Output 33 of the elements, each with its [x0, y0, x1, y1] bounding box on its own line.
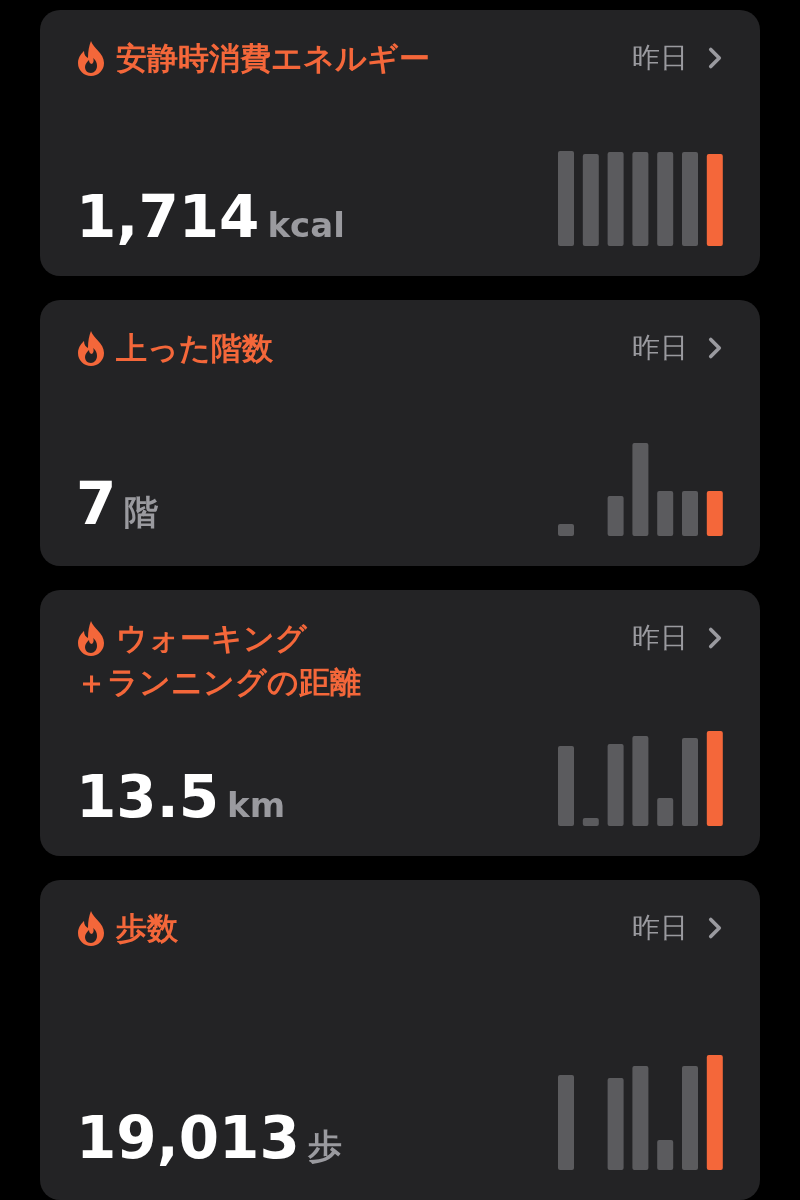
metric-value: 1,714 — [76, 188, 260, 246]
chart-bar — [607, 496, 624, 536]
metric-unit: 歩 — [307, 1125, 342, 1168]
metric-card[interactable]: 歩数 昨日 19,013 歩 — [40, 880, 760, 1200]
chart-bar — [582, 818, 599, 826]
flame-icon — [76, 620, 106, 656]
chart-bar — [682, 491, 698, 536]
metric-value: 7 — [76, 475, 117, 533]
chart-bar — [657, 798, 674, 826]
metric-unit: km — [227, 785, 286, 825]
card-title: 歩数 — [116, 909, 178, 948]
period-label: 昨日 — [632, 330, 688, 366]
card-title: 安静時消費エネルギー — [116, 39, 430, 78]
period-label: 昨日 — [632, 620, 688, 656]
chart-bar — [657, 1140, 674, 1170]
card-title: ウォーキング — [116, 619, 307, 658]
card-title: ＋ランニングの距離 — [76, 663, 361, 702]
chart-bar — [657, 491, 674, 536]
metric-card[interactable]: 上った階数 昨日 7 階 — [40, 300, 760, 566]
flame-icon — [76, 330, 106, 366]
metric-card[interactable]: ウォーキング 昨日 ＋ランニングの距離 13.5 km — [40, 590, 760, 856]
chart-bar — [558, 524, 574, 536]
chart-bar — [706, 491, 723, 536]
metric-value: 13.5 — [76, 768, 220, 826]
period-label: 昨日 — [632, 910, 688, 946]
flame-icon — [76, 40, 106, 76]
card-title: 上った階数 — [116, 329, 273, 368]
metric-card[interactable]: 安静時消費エネルギー 昨日 1,714 kcal — [40, 10, 760, 276]
period-label: 昨日 — [632, 40, 688, 76]
metric-value: 19,013 — [76, 1109, 300, 1167]
metric-unit: kcal — [267, 205, 345, 245]
flame-icon — [76, 910, 106, 946]
metric-unit: 階 — [124, 491, 159, 534]
